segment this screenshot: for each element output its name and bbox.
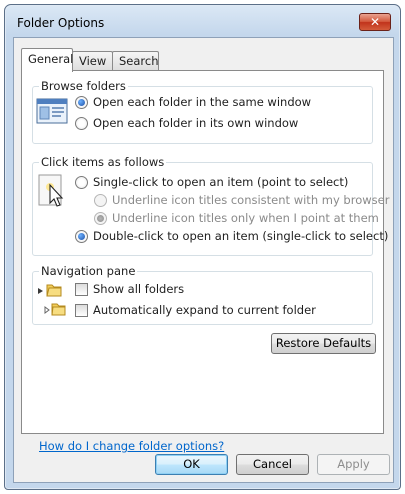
close-button[interactable]: ✕ bbox=[359, 13, 391, 31]
show-all-folders-label: Show all folders bbox=[93, 282, 185, 296]
window-title: Folder Options bbox=[17, 16, 105, 30]
restore-defaults-button[interactable]: Restore Defaults bbox=[271, 333, 376, 354]
radio-unselected-icon bbox=[75, 116, 88, 130]
double-click-radio[interactable]: Double-click to open an item (single-cli… bbox=[75, 229, 388, 243]
folder-options-window: Folder Options ✕ General View Search Bro… bbox=[4, 4, 401, 490]
show-all-folders-checkbox[interactable]: Show all folders bbox=[75, 282, 184, 296]
checkbox-unchecked-icon bbox=[75, 282, 88, 296]
browse-folders-title: Browse folders bbox=[39, 79, 128, 93]
collapsed-arrow-icon bbox=[44, 306, 50, 314]
apply-button[interactable]: Apply bbox=[317, 454, 390, 475]
underline-browser-label: Underline icon titles consistent with my… bbox=[112, 193, 390, 207]
double-click-label: Double-click to open an item (single-cli… bbox=[93, 229, 389, 243]
click-items-title: Click items as follows bbox=[39, 155, 167, 169]
tab-general[interactable]: General bbox=[21, 48, 73, 72]
tab-search[interactable]: Search bbox=[112, 51, 159, 70]
open-own-window-radio[interactable]: Open each folder in its own window bbox=[75, 116, 298, 130]
single-click-radio[interactable]: Single-click to open an item (point to s… bbox=[75, 175, 348, 189]
folder-tree-icon bbox=[38, 284, 66, 316]
close-icon: ✕ bbox=[369, 15, 381, 29]
radio-unselected-icon bbox=[75, 175, 88, 189]
auto-expand-label: Automatically expand to current folder bbox=[93, 303, 316, 317]
open-same-window-label: Open each folder in the same window bbox=[93, 95, 312, 109]
title-bar[interactable]: Folder Options ✕ bbox=[5, 5, 400, 39]
tab-view[interactable]: View bbox=[72, 51, 113, 70]
navigation-pane-group: Navigation pane Show all folders Automat… bbox=[32, 264, 373, 325]
radio-disabled-selected-icon bbox=[94, 211, 107, 225]
ok-button[interactable]: OK bbox=[155, 454, 228, 475]
click-items-group: Click items as follows Single-click to o… bbox=[32, 155, 389, 256]
radio-selected-icon bbox=[75, 95, 88, 109]
help-link[interactable]: How do I change folder options? bbox=[39, 439, 224, 453]
cancel-button[interactable]: Cancel bbox=[236, 454, 309, 475]
browse-folders-group: Browse folders Open each folder in the s… bbox=[32, 79, 373, 144]
expanded-arrow-icon bbox=[38, 288, 43, 294]
underline-point-radio[interactable]: Underline icon titles only when I point … bbox=[94, 211, 379, 225]
cursor-click-icon bbox=[38, 174, 64, 207]
open-own-window-label: Open each folder in its own window bbox=[93, 116, 299, 130]
navigation-pane-title: Navigation pane bbox=[39, 264, 138, 278]
radio-disabled-icon bbox=[94, 193, 107, 207]
dialog-body: General View Search Browse folders Open bbox=[13, 37, 394, 483]
window-icon bbox=[36, 98, 68, 124]
open-same-window-radio[interactable]: Open each folder in the same window bbox=[75, 95, 311, 109]
checkbox-unchecked-icon bbox=[75, 303, 88, 317]
general-tab-panel: Browse folders Open each folder in the s… bbox=[21, 70, 389, 453]
radio-selected-icon bbox=[75, 229, 88, 243]
underline-point-label: Underline icon titles only when I point … bbox=[112, 211, 379, 225]
auto-expand-checkbox[interactable]: Automatically expand to current folder bbox=[75, 303, 316, 317]
single-click-label: Single-click to open an item (point to s… bbox=[93, 175, 349, 189]
underline-browser-radio[interactable]: Underline icon titles consistent with my… bbox=[94, 193, 389, 207]
